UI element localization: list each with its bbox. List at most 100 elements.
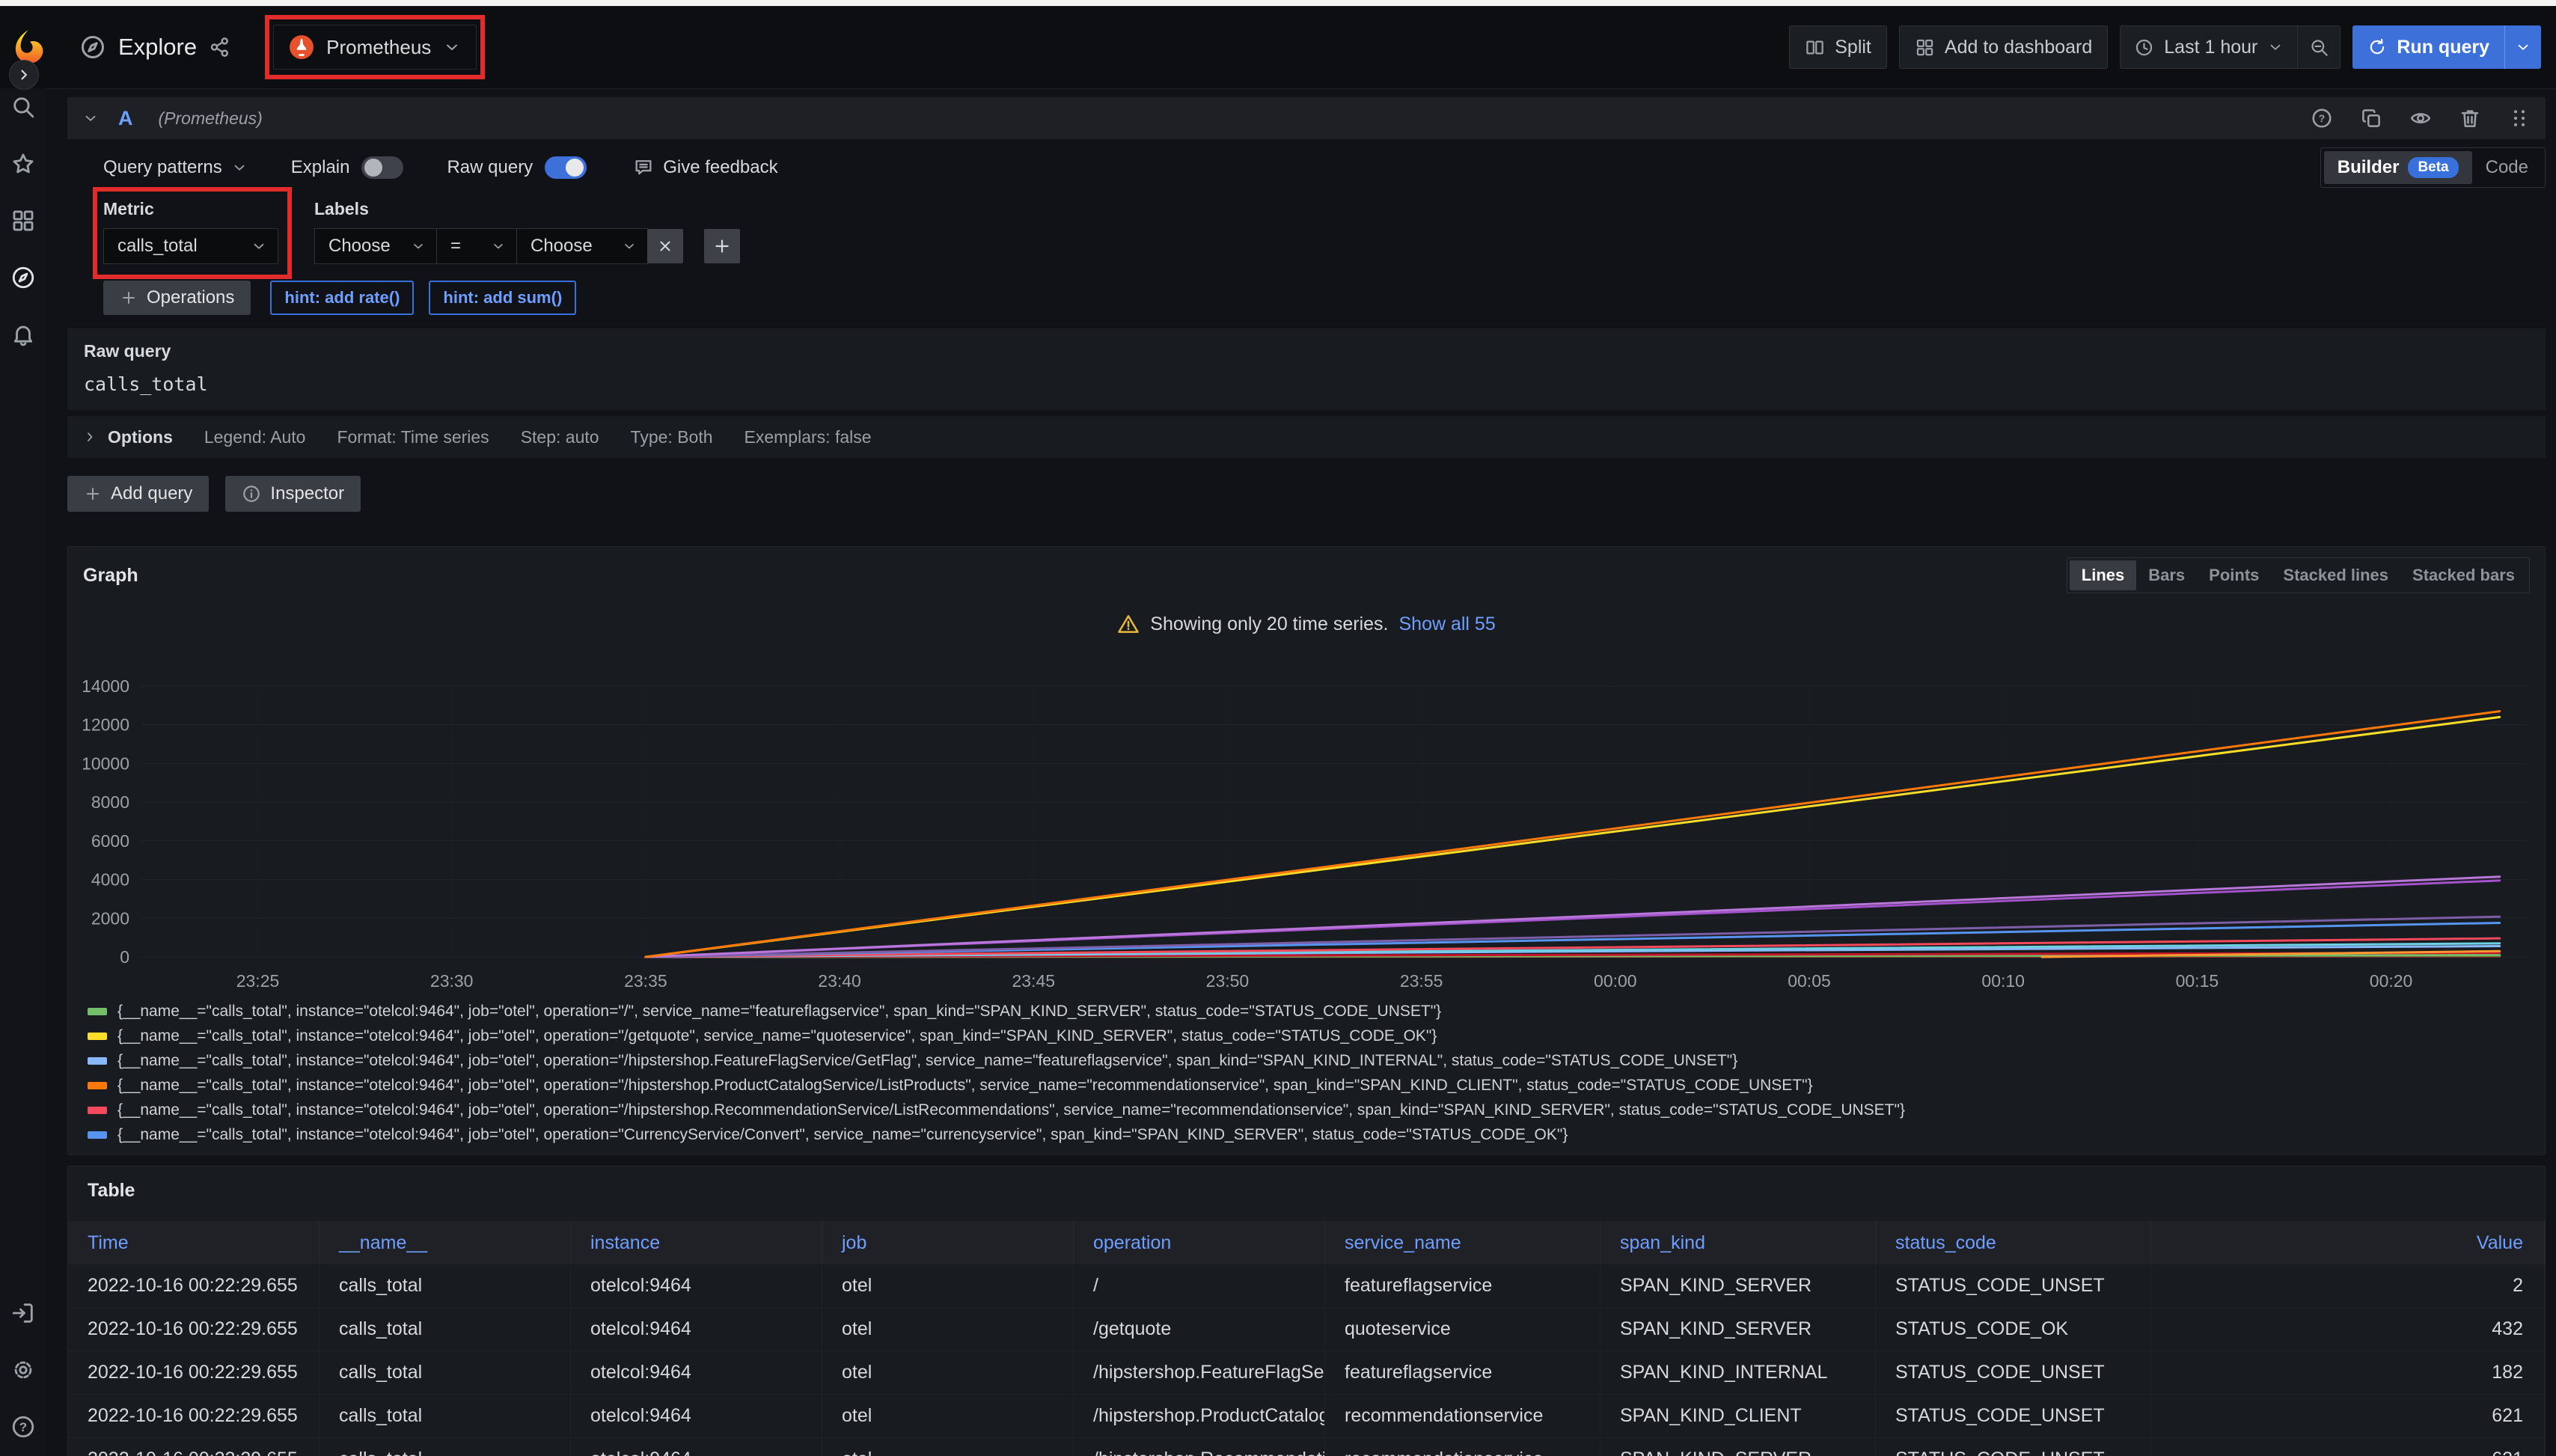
add-query-button[interactable]: Add query bbox=[67, 476, 209, 512]
metric-select[interactable]: calls_total bbox=[103, 228, 278, 264]
legend-item[interactable]: {__name__="calls_total", instance="otelc… bbox=[88, 999, 2530, 1024]
datasource-picker[interactable]: Prometheus bbox=[273, 25, 477, 70]
info-circle-icon bbox=[242, 484, 261, 504]
svg-text:00:00: 00:00 bbox=[1594, 971, 1637, 991]
sidebar-expand-button[interactable] bbox=[9, 60, 39, 90]
add-to-dashboard-button[interactable]: Add to dashboard bbox=[1899, 25, 2108, 69]
svg-text:8000: 8000 bbox=[91, 792, 129, 812]
series-color-swatch[interactable] bbox=[88, 1082, 107, 1089]
table-header-operation[interactable]: operation bbox=[1074, 1221, 1325, 1264]
mode-stacked-lines[interactable]: Stacked lines bbox=[2271, 560, 2400, 590]
run-query-dropdown[interactable] bbox=[2504, 25, 2541, 69]
split-button[interactable]: Split bbox=[1789, 25, 1887, 69]
series-color-swatch[interactable] bbox=[88, 1131, 107, 1139]
raw-query-toggle[interactable] bbox=[545, 156, 587, 179]
legend-item[interactable]: {__name__="calls_total", instance="otelc… bbox=[88, 1122, 2530, 1147]
remove-label-filter-button[interactable] bbox=[647, 229, 683, 263]
dashboards-icon[interactable] bbox=[10, 208, 36, 233]
series-color-swatch[interactable] bbox=[88, 1107, 107, 1114]
table-header-name[interactable]: __name__ bbox=[320, 1221, 571, 1264]
legend-item[interactable]: {__name__="calls_total", instance="otelc… bbox=[88, 1098, 2530, 1122]
table-cell: 2022-10-16 00:22:29.655 bbox=[68, 1308, 320, 1351]
page-title: Explore bbox=[118, 34, 197, 61]
chevron-down-icon bbox=[251, 238, 267, 254]
share-icon[interactable] bbox=[209, 36, 231, 58]
table-header-servicename[interactable]: service_name bbox=[1325, 1221, 1600, 1264]
explore-compass-icon[interactable] bbox=[10, 265, 36, 290]
settings-gear-icon[interactable] bbox=[10, 1357, 36, 1383]
table-cell: 2022-10-16 00:22:29.655 bbox=[68, 1438, 320, 1456]
option-type: Type: Both bbox=[631, 427, 713, 447]
starred-icon[interactable] bbox=[10, 151, 36, 177]
graph-panel: Graph LinesBarsPointsStacked linesStacke… bbox=[67, 546, 2546, 1155]
eye-icon[interactable] bbox=[2409, 107, 2432, 129]
time-range-picker[interactable]: Last 1 hour bbox=[2121, 26, 2297, 68]
give-feedback-link[interactable]: Give feedback bbox=[633, 157, 777, 178]
svg-text:23:40: 23:40 bbox=[818, 971, 861, 991]
timeseries-chart: 23:2523:3023:3523:4023:4523:5023:5500:00… bbox=[83, 640, 2531, 997]
help-icon[interactable]: ? bbox=[10, 1414, 36, 1440]
raw-query-preview: Raw query calls_total bbox=[67, 328, 2546, 410]
run-query-button[interactable]: Run query bbox=[2352, 25, 2541, 69]
mode-bars[interactable]: Bars bbox=[2136, 560, 2197, 590]
series-color-swatch[interactable] bbox=[88, 1057, 107, 1065]
question-circle-icon[interactable]: ? bbox=[2311, 107, 2333, 129]
query-header-actions: ? bbox=[2311, 107, 2531, 129]
table-header-spankind[interactable]: span_kind bbox=[1600, 1221, 1876, 1264]
run-query-main[interactable]: Run query bbox=[2352, 37, 2504, 58]
series-label: {__name__="calls_total", instance="otelc… bbox=[117, 1052, 1737, 1070]
alerting-bell-icon[interactable] bbox=[10, 322, 36, 347]
explain-toggle[interactable] bbox=[361, 156, 403, 179]
hint-add-sum-button[interactable]: hint: add sum() bbox=[429, 281, 576, 315]
zoom-out-button[interactable] bbox=[2297, 26, 2340, 68]
mode-stacked-bars[interactable]: Stacked bars bbox=[2400, 560, 2527, 590]
label-name-select[interactable]: Choose bbox=[314, 228, 437, 264]
navbar-right: Split Add to dashboard Last 1 hour bbox=[1789, 25, 2541, 69]
table-header-Time[interactable]: Time bbox=[68, 1221, 320, 1264]
svg-text:12000: 12000 bbox=[83, 715, 129, 735]
table-cell: 2 bbox=[2151, 1264, 2545, 1307]
drag-handle-icon[interactable] bbox=[2508, 107, 2531, 129]
options-row[interactable]: Options Legend: Auto Format: Time series… bbox=[67, 416, 2546, 458]
table-cell: 2022-10-16 00:22:29.655 bbox=[68, 1395, 320, 1437]
graph-mode-toggle: LinesBarsPointsStacked linesStacked bars bbox=[2067, 557, 2530, 593]
table-header-Value[interactable]: Value bbox=[2151, 1221, 2545, 1264]
mode-points[interactable]: Points bbox=[2197, 560, 2271, 590]
sign-in-icon[interactable] bbox=[10, 1300, 36, 1326]
code-mode-tab[interactable]: Code bbox=[2472, 151, 2542, 184]
label-value-value: Choose bbox=[531, 236, 593, 257]
label-operator-select[interactable]: = bbox=[436, 228, 517, 264]
mode-lines[interactable]: Lines bbox=[2070, 560, 2136, 590]
inspector-button[interactable]: Inspector bbox=[225, 476, 361, 512]
collapse-chevron-icon[interactable] bbox=[82, 110, 99, 126]
table-header-statuscode[interactable]: status_code bbox=[1876, 1221, 2151, 1264]
add-label-filter-button[interactable] bbox=[704, 229, 740, 263]
series-label: {__name__="calls_total", instance="otelc… bbox=[117, 1077, 1813, 1095]
trash-icon[interactable] bbox=[2459, 107, 2481, 129]
legend-item[interactable]: {__name__="calls_total", instance="otelc… bbox=[88, 1048, 2530, 1073]
show-all-series-link[interactable]: Show all 55 bbox=[1398, 614, 1495, 635]
series-color-swatch[interactable] bbox=[88, 1008, 107, 1015]
legend-item[interactable]: {__name__="calls_total", instance="otelc… bbox=[88, 1073, 2530, 1098]
label-filters: Choose = Choose bbox=[314, 228, 740, 264]
query-row-header[interactable]: A (Prometheus) ? bbox=[67, 97, 2546, 139]
svg-text:?: ? bbox=[2319, 113, 2325, 124]
chart-container[interactable]: 23:2523:3023:3523:4023:4523:5023:5500:00… bbox=[83, 640, 2530, 997]
builder-mode-tab[interactable]: Builder Beta bbox=[2324, 151, 2472, 184]
search-icon[interactable] bbox=[10, 94, 36, 120]
table-cell: STATUS_CODE_OK bbox=[1876, 1308, 2151, 1351]
label-value-select[interactable]: Choose bbox=[516, 228, 648, 264]
explain-label: Explain bbox=[291, 157, 350, 178]
query-patterns-dropdown[interactable]: Query patterns bbox=[103, 157, 248, 178]
table-header-job[interactable]: job bbox=[822, 1221, 1074, 1264]
legend-item[interactable]: {__name__="calls_total", instance="otelc… bbox=[88, 1024, 2530, 1048]
operations-button[interactable]: Operations bbox=[103, 281, 251, 315]
series-label: {__name__="calls_total", instance="otelc… bbox=[117, 1101, 1905, 1119]
hint-add-rate-button[interactable]: hint: add rate() bbox=[270, 281, 414, 315]
copy-icon[interactable] bbox=[2360, 107, 2382, 129]
chevron-down-icon bbox=[622, 239, 637, 254]
svg-text:00:20: 00:20 bbox=[2370, 971, 2413, 991]
plus-icon bbox=[120, 289, 138, 307]
series-color-swatch[interactable] bbox=[88, 1033, 107, 1040]
table-header-instance[interactable]: instance bbox=[571, 1221, 822, 1264]
